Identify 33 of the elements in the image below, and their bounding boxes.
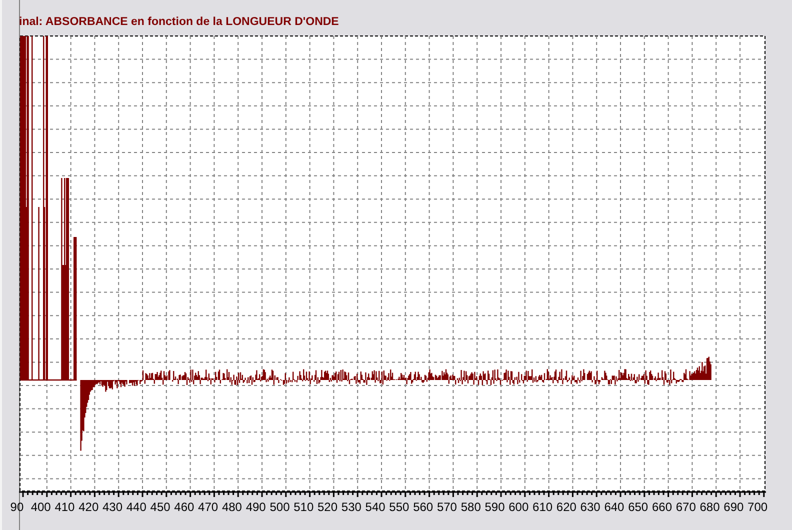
axis-tick-label: 440	[125, 500, 148, 514]
axis-tick-label: 400	[30, 500, 52, 514]
axis-tick-label: 410	[54, 500, 76, 514]
axis-tick-label: 620	[555, 500, 578, 514]
axis-tick-label: 490	[244, 500, 267, 514]
axis-tick-label: 510	[292, 500, 315, 514]
axis-tick-label: 600	[508, 500, 530, 514]
axis-tick-label: 610	[532, 500, 554, 514]
axis-tick-label: 530	[340, 500, 362, 514]
axis-tick-label: 560	[412, 500, 434, 514]
axis-tick-label: 90	[9, 500, 25, 514]
axis-tick-label: 580	[460, 500, 482, 514]
axis-tick-label: 470	[197, 500, 220, 514]
axis-tick-label: 670	[674, 500, 697, 514]
axis-tick-label: 650	[627, 500, 650, 514]
axis-tick-label: 660	[650, 500, 673, 514]
axis-tick-label: 430	[101, 500, 124, 514]
axis-tick-label: 570	[436, 500, 458, 514]
axis-tick-label: 480	[220, 500, 243, 514]
axis-tick-label: 700	[746, 500, 769, 514]
axis-tick-label: 520	[316, 500, 339, 514]
axis-tick-label: 590	[484, 500, 506, 514]
axis-tick-label: 690	[722, 500, 745, 514]
axis-tick-label: 450	[149, 500, 172, 514]
axis-tick-label: 460	[173, 500, 196, 514]
axis-tick-label: 540	[364, 500, 386, 514]
axis-tick-label: 680	[698, 500, 721, 514]
axis-tick-label: 500	[268, 500, 291, 514]
axis-tick-label: 630	[579, 500, 602, 514]
chart-title: inal: ABSORBANCE en fonction de la LONGUEUR D'ONDE	[19, 15, 340, 30]
axis-tick-label: 640	[603, 500, 626, 514]
axis-tick-label: 420	[78, 500, 100, 514]
axis-tick-label: 550	[388, 500, 410, 514]
